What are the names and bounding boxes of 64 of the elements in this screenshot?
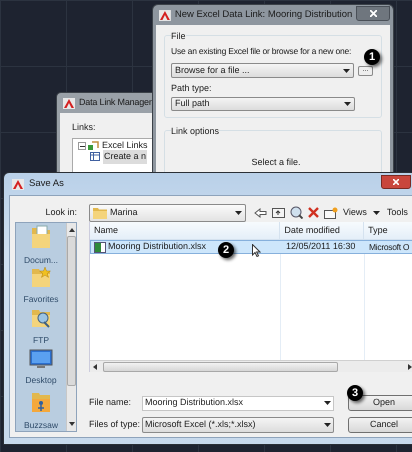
table-cell-text: 12/05/2011 16:30 (285, 240, 356, 254)
table-cell-text: Microsoft O (368, 240, 410, 254)
dropdown-caret-icon (344, 102, 351, 106)
close-button[interactable] (381, 175, 411, 189)
path-type-dropdown[interactable]: Full path (171, 96, 355, 111)
views-menu-button[interactable]: Views (343, 206, 380, 220)
dropdown-caret-icon (372, 210, 380, 214)
places-item[interactable]: FTP (16, 307, 66, 349)
field-label: File name: (89, 396, 132, 410)
scroll-up-arrow-icon[interactable] (68, 228, 74, 232)
dropdown-caret-icon (324, 423, 331, 427)
close-button[interactable] (356, 6, 390, 21)
documents-folder-icon (30, 225, 52, 249)
favorites-folder-icon (30, 266, 52, 288)
tree-item[interactable]: Excel Links (101, 139, 149, 153)
instruction-text: Use an existing Excel file or browse for a new one: (171, 44, 352, 58)
field-label: Links: (72, 121, 97, 134)
up-folder-icon[interactable] (272, 207, 285, 218)
monitor-icon (29, 348, 53, 369)
field-label: Look in: (44, 206, 77, 219)
scroll-left-arrow-icon[interactable] (93, 364, 97, 370)
places-item[interactable]: Docum... (16, 225, 66, 266)
app-logo-icon (159, 10, 171, 20)
field-label: Files of type: (89, 418, 142, 432)
tree-item[interactable]: Create a n (103, 150, 148, 164)
mouse-pointer-icon (252, 244, 261, 257)
column-header[interactable]: Name (90, 222, 280, 239)
field-label: Path type: (171, 82, 213, 96)
close-icon (393, 179, 399, 185)
back-arrow-icon[interactable] (254, 208, 267, 218)
places-item[interactable]: Favorites (16, 266, 66, 308)
places-item[interactable]: Desktop (16, 348, 66, 390)
collapse-toggle[interactable] (78, 142, 86, 150)
tools-menu-button[interactable]: Tools (386, 206, 412, 220)
delete-icon[interactable] (308, 207, 319, 218)
cancel-button[interactable]: Cancel (348, 417, 412, 433)
close-icon (370, 10, 377, 17)
dropdown-caret-icon (343, 68, 350, 73)
app-logo-icon (63, 98, 75, 108)
new-folder-icon[interactable] (324, 206, 338, 218)
table-link-icon (90, 152, 101, 162)
app-logo-icon (12, 178, 24, 190)
file-type-dropdown[interactable]: Microsoft Excel (*.xls;*.xlsx) (142, 417, 334, 433)
file-name-field[interactable]: Mooring Distribution.xlsx (142, 396, 334, 410)
horizontal-scrollbar[interactable] (90, 360, 412, 372)
spreadsheet-icon (94, 242, 106, 252)
dropdown-caret-icon (235, 210, 242, 214)
open-button[interactable]: Open (348, 395, 412, 411)
dropdown-caret-icon (324, 401, 331, 405)
column-header[interactable]: Type (364, 222, 412, 239)
window-title: Save As (29, 176, 64, 191)
look-in-dropdown[interactable]: Marina (89, 204, 246, 222)
window-title: Data Link Manager (79, 96, 152, 110)
file-dropdown[interactable]: Browse for a file ... (171, 63, 354, 78)
column-header[interactable]: Date modified (280, 222, 364, 239)
scroll-down-arrow-icon[interactable] (68, 422, 74, 426)
places-item[interactable]: Buzzsaw (16, 390, 66, 432)
status-message: Select a file. (250, 156, 302, 170)
group-title: Link options (171, 124, 220, 138)
vertical-scrollbar[interactable] (66, 223, 76, 431)
folder-icon (93, 206, 107, 218)
minus-icon (80, 144, 84, 148)
window-title: New Excel Data Link: Mooring Distribution (174, 8, 352, 22)
scroll-right-arrow-icon[interactable] (408, 364, 412, 370)
